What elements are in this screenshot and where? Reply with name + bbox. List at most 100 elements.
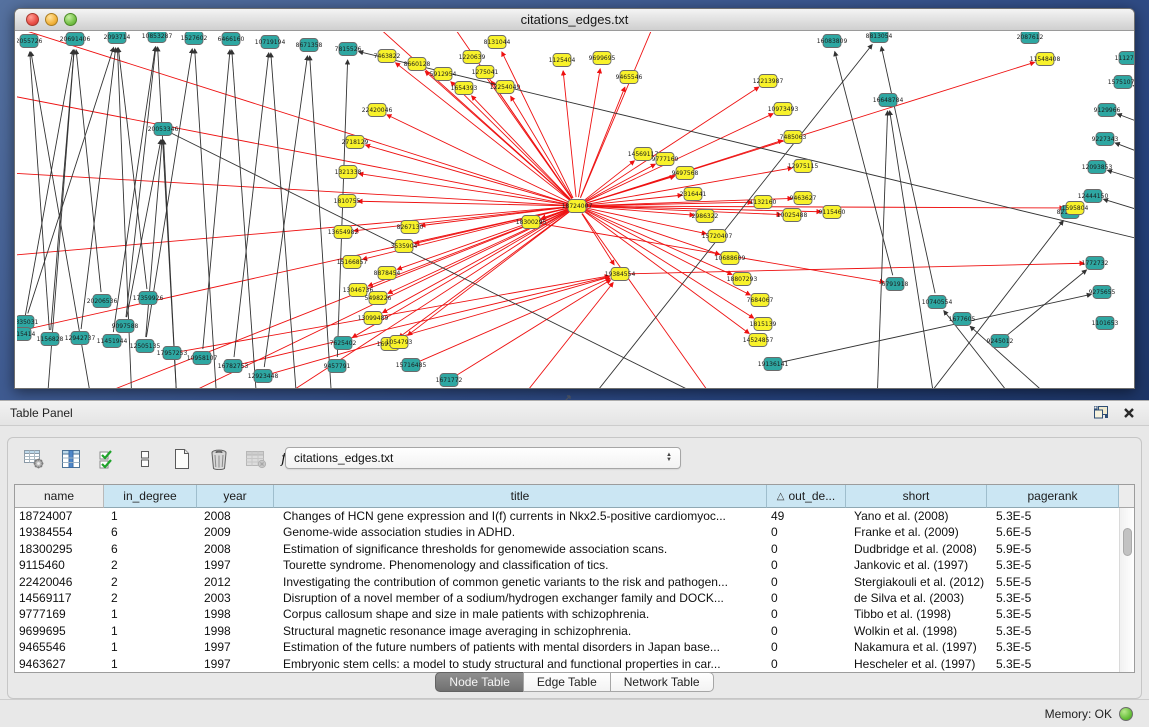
graph-node[interactable]: 6791918 <box>882 278 909 291</box>
graph-edge[interactable] <box>582 213 717 388</box>
graph-node[interactable]: 17957253 <box>157 347 188 360</box>
delete-button[interactable] <box>207 447 231 471</box>
table-cell[interactable]: 5.3E-5 <box>987 639 1119 655</box>
float-panel-icon[interactable] <box>1094 406 1109 419</box>
table-cell[interactable]: 5.3E-5 <box>987 623 1119 639</box>
table-cell[interactable]: 5.3E-5 <box>987 590 1119 606</box>
graph-node[interactable]: 1275041 <box>472 66 499 79</box>
graph-edge[interactable] <box>970 326 1057 388</box>
table-cell[interactable]: Embryonic stem cells: a model to study s… <box>274 656 767 672</box>
graph-edge[interactable] <box>511 96 573 198</box>
tab-node-table[interactable]: Node Table <box>435 672 524 692</box>
column-header-year[interactable]: year <box>197 485 274 508</box>
graph-node[interactable]: 2093714 <box>104 32 131 44</box>
graph-node[interactable]: 1815139 <box>750 318 777 331</box>
graph-edge[interactable] <box>890 111 935 388</box>
graph-node[interactable]: 7625402 <box>330 337 357 350</box>
table-cell[interactable]: Yano et al. (2008) <box>846 508 987 524</box>
graph-node[interactable]: 2316441 <box>680 188 707 201</box>
graph-edge[interactable] <box>310 56 332 388</box>
table-cell[interactable]: 9465546 <box>15 639 104 655</box>
table-cell[interactable]: 0 <box>767 656 846 672</box>
graph-node[interactable]: 7684067 <box>747 294 774 307</box>
table-cell[interactable]: 1 <box>104 606 197 622</box>
table-cell[interactable]: 49 <box>767 508 846 524</box>
graph-node[interactable]: 20206536 <box>87 295 118 308</box>
graph-edge[interactable] <box>1007 270 1087 335</box>
table-cell[interactable]: Investigating the contribution of common… <box>274 574 767 590</box>
table-cell[interactable]: 1 <box>104 639 197 655</box>
table-cell[interactable]: 9699695 <box>15 623 104 639</box>
column-header-out_de[interactable]: △out_de... <box>767 485 846 508</box>
graph-edge[interactable] <box>584 161 634 201</box>
graph-edge[interactable] <box>126 47 156 317</box>
graph-node[interactable]: 6466160 <box>218 33 245 46</box>
graph-node[interactable]: 17359926 <box>133 292 164 305</box>
table-cell[interactable]: 2003 <box>197 590 274 606</box>
graph-node[interactable]: 10958107 <box>187 352 218 365</box>
graph-node[interactable]: 16782753 <box>218 360 249 373</box>
graph-edge[interactable] <box>1133 86 1134 92</box>
table-row[interactable]: 911546021997Tourette syndrome. Phenomeno… <box>15 557 1134 573</box>
table-row[interactable]: 946362711997Embryonic stem cells: a mode… <box>15 656 1134 672</box>
network-window[interactable]: citations_edges.txt 18724007183002951938… <box>14 8 1135 389</box>
table-row[interactable]: 946554611997Estimation of the future num… <box>15 639 1134 655</box>
graph-edge[interactable] <box>264 56 307 367</box>
table-cell[interactable]: 9115460 <box>15 557 104 573</box>
graph-node[interactable]: 3535904 <box>391 240 418 253</box>
table-cell[interactable]: 1 <box>104 656 197 672</box>
graph-node[interactable]: 1125404 <box>549 54 576 67</box>
graph-node[interactable]: 10688609 <box>715 252 746 265</box>
graph-edge[interactable] <box>113 47 155 332</box>
graph-node[interactable]: 12213987 <box>753 75 784 88</box>
table-cell[interactable]: Structural magnetic resonance image aver… <box>274 623 767 639</box>
graph-node[interactable]: 15166857 <box>337 256 368 269</box>
column-header-name[interactable]: name <box>15 485 104 508</box>
table-cell[interactable]: Changes of HCN gene expression and I(f) … <box>274 508 767 524</box>
graph-node[interactable]: 2718129 <box>342 136 369 149</box>
graph-node[interactable]: 9699695 <box>589 52 616 65</box>
graph-node[interactable]: 12975115 <box>788 160 819 173</box>
table-cell[interactable]: Estimation of the future numbers of pati… <box>274 639 767 655</box>
graph-edge[interactable] <box>502 52 573 198</box>
graph-node[interactable]: 10719194 <box>255 36 286 49</box>
graph-node[interactable]: 14524857 <box>743 334 774 347</box>
table-cell[interactable]: 1998 <box>197 623 274 639</box>
graph-node[interactable]: 2087612 <box>1017 32 1044 44</box>
table-cell[interactable]: Wolkin et al. (1998) <box>846 623 987 639</box>
graph-edge[interactable] <box>1117 114 1134 127</box>
scrollbar-thumb[interactable] <box>1123 528 1132 556</box>
table-cell[interactable]: 5.3E-5 <box>987 606 1119 622</box>
graph-edge[interactable] <box>81 48 116 329</box>
column-header-short[interactable]: short <box>846 485 987 508</box>
graph-node[interactable]: 20053346 <box>148 123 179 136</box>
table-cell[interactable]: 6 <box>104 541 197 557</box>
graph-node[interactable]: 8671358 <box>296 39 323 52</box>
graph-node[interactable]: 8131044 <box>484 36 511 49</box>
graph-edge[interactable] <box>195 49 217 388</box>
table-cell[interactable]: 5.6E-5 <box>987 524 1119 540</box>
table-cell[interactable]: Estimation of significance thresholds fo… <box>274 541 767 557</box>
graph-node[interactable]: 3915414 <box>17 328 36 341</box>
table-cell[interactable]: 1997 <box>197 656 274 672</box>
table-cell[interactable]: 0 <box>767 623 846 639</box>
tab-edge-table[interactable]: Edge Table <box>523 672 611 692</box>
select-all-button[interactable] <box>96 447 120 471</box>
graph-edge[interactable] <box>146 140 162 337</box>
table-cell[interactable]: Corpus callosum shape and size in male p… <box>274 606 767 622</box>
graph-node[interactable]: 12923448 <box>248 370 279 383</box>
graph-edge[interactable] <box>1104 199 1134 214</box>
network-canvas[interactable]: 1872400718300295193845541456911720557262… <box>17 32 1134 388</box>
graph-edge[interactable] <box>30 52 50 330</box>
graph-node[interactable]: 9457791 <box>324 360 351 373</box>
graph-edge[interactable] <box>585 114 773 202</box>
graph-edge[interactable] <box>419 278 610 361</box>
table-cell[interactable]: 6 <box>104 524 197 540</box>
table-cell[interactable]: Stergiakouli et al. (2012) <box>846 574 987 590</box>
graph-edge[interactable] <box>17 207 568 257</box>
graph-node[interactable]: 1677605 <box>949 313 976 326</box>
table-cell[interactable]: Tibbo et al. (1998) <box>846 606 987 622</box>
table-cell[interactable]: 18300295 <box>15 541 104 557</box>
table-cell[interactable]: 22420046 <box>15 574 104 590</box>
table-cell[interactable]: 9463627 <box>15 656 104 672</box>
